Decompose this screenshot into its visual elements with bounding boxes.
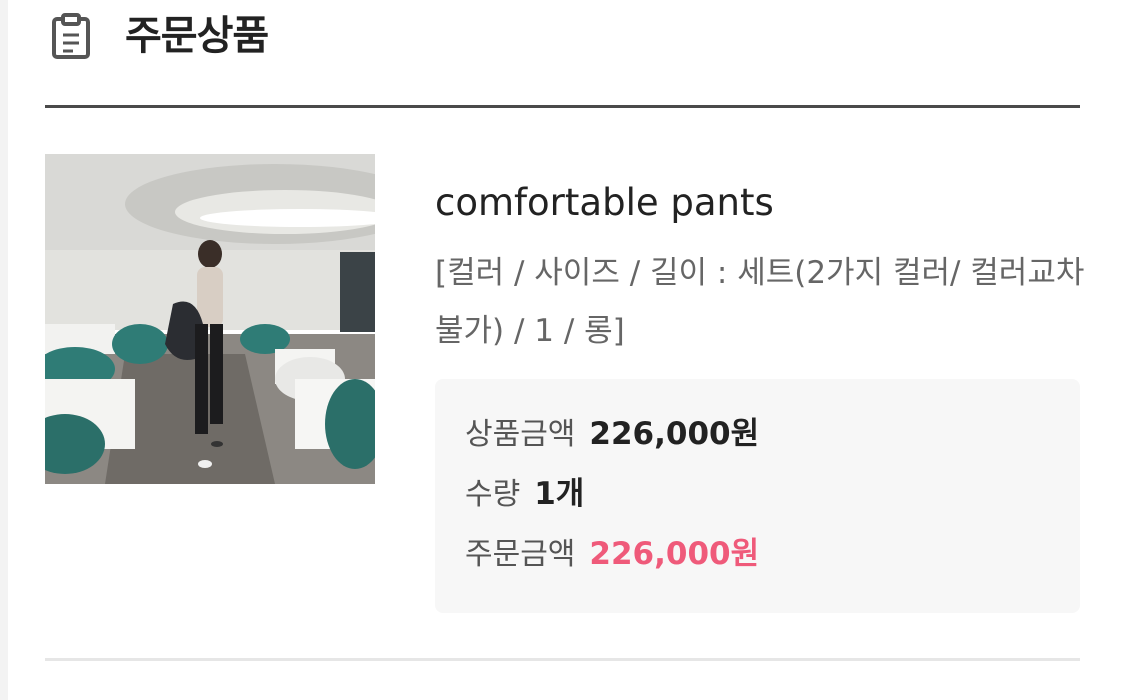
product-name[interactable]: comfortable pants	[435, 180, 774, 226]
product-amount-row: 상품금액 226,000원	[465, 411, 759, 457]
product-image[interactable]	[45, 154, 375, 484]
section-title: 주문상품	[125, 13, 269, 59]
quantity-label: 수량	[465, 477, 521, 512]
order-amount-value: 226,000원	[589, 536, 760, 572]
order-amount-row: 주문금액 226,000원	[465, 531, 759, 577]
product-option: [컬러 / 사이즈 / 길이 : 세트(2가지 컬러/ 컬러교차불가) / 1 …	[435, 255, 1085, 349]
product-amount-value: 226,000원	[589, 416, 760, 452]
left-rail	[0, 0, 8, 700]
order-amount-label: 주문금액	[465, 537, 576, 572]
product-amount-label: 상품금액	[465, 417, 576, 452]
section-header: 주문상품	[45, 0, 1080, 108]
quantity-row: 수량 1개	[465, 471, 584, 517]
clipboard-icon	[51, 13, 95, 59]
quantity-value: 1개	[534, 476, 585, 512]
bottom-divider	[45, 658, 1080, 661]
order-items-section: 주문상품 comfortable pants [컬러 / 사이즈 / 길이: …	[45, 0, 1084, 700]
price-summary-box: 상품금액 226,000원 수량 1개 주문금액 226,000원	[435, 379, 1080, 613]
